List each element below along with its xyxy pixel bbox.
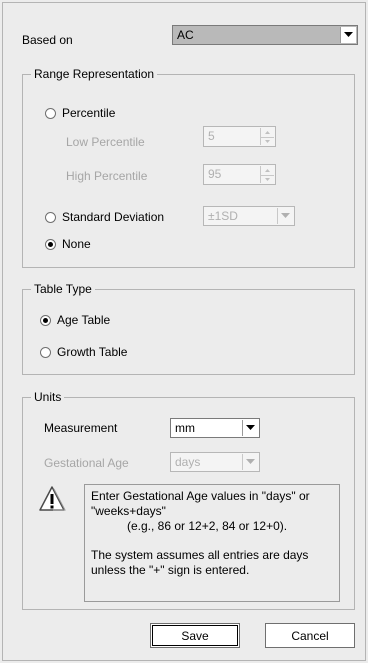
none-radio[interactable]: None — [45, 237, 91, 251]
chevron-down-icon[interactable] — [277, 208, 293, 224]
none-label: None — [62, 237, 91, 251]
radio-button-selected[interactable] — [40, 314, 51, 326]
growth-table-radio[interactable]: Growth Table — [40, 345, 127, 359]
radio-button[interactable] — [45, 211, 56, 223]
high-percentile-label: High Percentile — [66, 169, 148, 183]
based-on-value: AC — [177, 28, 194, 42]
info-line-2: (e.g., 86 or 12+2, 84 or 12+0). — [127, 519, 288, 533]
radio-button[interactable] — [40, 346, 51, 358]
standard-deviation-dropdown[interactable]: ±1SD — [203, 206, 295, 226]
radio-button[interactable] — [45, 107, 56, 119]
standard-deviation-label: Standard Deviation — [62, 210, 165, 224]
low-percentile-spinner[interactable]: 5 — [203, 126, 276, 147]
info-line-1: Enter Gestational Age values in "days" o… — [91, 489, 310, 518]
spinner-up-icon[interactable] — [261, 128, 274, 137]
measurement-dropdown[interactable]: mm — [170, 418, 260, 438]
chevron-down-icon[interactable] — [340, 27, 356, 43]
range-representation-legend: Range Representation — [31, 67, 158, 81]
measurement-label: Measurement — [44, 421, 118, 435]
chevron-down-icon[interactable] — [242, 454, 258, 470]
age-table-label: Age Table — [57, 313, 111, 327]
spinner-down-icon[interactable] — [261, 174, 274, 185]
chevron-down-icon[interactable] — [242, 420, 258, 436]
warning-icon — [38, 485, 66, 513]
percentile-label: Percentile — [62, 106, 116, 120]
low-percentile-label: Low Percentile — [66, 135, 145, 149]
spinner-up-icon[interactable] — [261, 166, 274, 175]
cancel-button[interactable]: Cancel — [265, 623, 355, 648]
age-table-radio[interactable]: Age Table — [40, 313, 110, 327]
gestational-age-value: days — [175, 455, 201, 469]
units-legend: Units — [31, 390, 65, 404]
standard-deviation-value: ±1SD — [208, 209, 238, 223]
save-button-label: Save — [181, 628, 209, 643]
radio-button-selected[interactable] — [45, 238, 56, 250]
growth-table-label: Growth Table — [57, 345, 128, 359]
info-line-3: The system assumes all entries are days … — [91, 548, 309, 577]
gestational-age-dropdown[interactable]: days — [170, 452, 260, 472]
high-percentile-spinner[interactable]: 95 — [203, 164, 276, 185]
based-on-dropdown[interactable]: AC — [172, 25, 358, 45]
percentile-radio[interactable]: Percentile — [45, 106, 115, 120]
measurement-value: mm — [175, 421, 195, 435]
save-button[interactable]: Save — [150, 623, 240, 648]
standard-deviation-radio[interactable]: Standard Deviation — [45, 210, 164, 224]
table-type-legend: Table Type — [31, 282, 95, 296]
table-type-group: Table Type — [22, 282, 355, 375]
cancel-button-label: Cancel — [291, 628, 329, 643]
gestational-age-info-box: Enter Gestational Age values in "days" o… — [84, 484, 340, 602]
low-percentile-value: 5 — [208, 129, 215, 143]
high-percentile-value: 95 — [208, 167, 222, 181]
gestational-age-label: Gestational Age — [44, 456, 129, 470]
info-text: Enter Gestational Age values in "days" o… — [91, 489, 335, 578]
based-on-label: Based on — [22, 33, 73, 47]
spinner-down-icon[interactable] — [261, 136, 274, 147]
